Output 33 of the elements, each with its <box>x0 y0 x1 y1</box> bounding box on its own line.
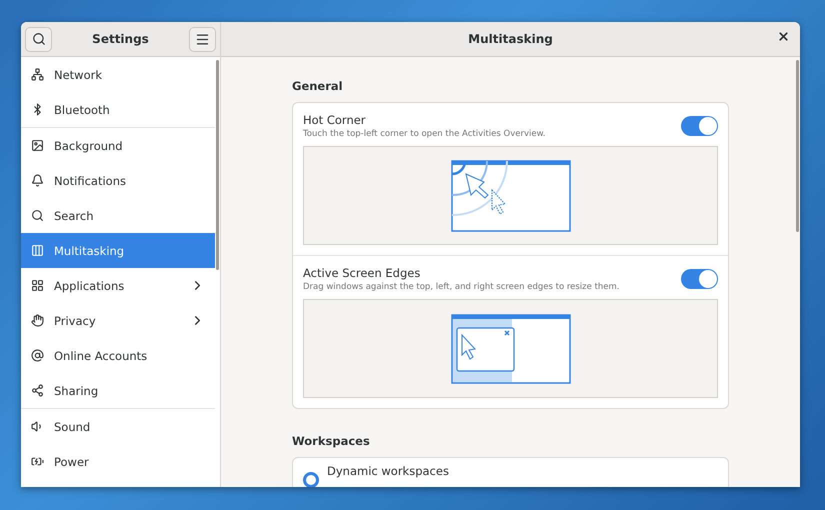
speaker-icon <box>31 420 44 433</box>
window-stack-icon <box>31 244 44 257</box>
search-button[interactable] <box>25 26 52 52</box>
toggle-switch[interactable] <box>681 116 718 136</box>
radio-button[interactable] <box>303 472 319 487</box>
bell-icon <box>31 174 44 187</box>
page-title: Multitasking <box>468 32 553 46</box>
option-label: Dynamic workspaces <box>327 464 449 478</box>
sidebar-title: Settings <box>92 32 149 46</box>
scrollbar[interactable] <box>796 60 799 232</box>
bluetooth-icon <box>31 103 44 116</box>
setting-description: Touch the top-left corner to open the Activities Overview. <box>303 129 546 139</box>
close-button[interactable] <box>777 30 790 43</box>
search-icon <box>32 32 46 46</box>
menu-icon <box>195 32 210 46</box>
power-plug-icon <box>31 455 44 468</box>
section-heading: Workspaces <box>292 434 371 448</box>
setting-title: Hot Corner <box>303 113 367 127</box>
scrollbar[interactable] <box>216 60 219 270</box>
network-icon <box>31 68 44 81</box>
menu-button[interactable] <box>189 26 216 52</box>
sidebar-item[interactable]: Multitasking <box>21 233 215 268</box>
setting-title: Active Screen Edges <box>303 266 422 280</box>
setting-description: Drag windows against the top, left, and right screen edges to resize them. <box>303 282 620 292</box>
close-icon <box>777 30 790 43</box>
search-icon <box>31 209 44 222</box>
hand-icon <box>31 314 44 327</box>
grid-icon <box>31 279 44 292</box>
toggle-switch[interactable] <box>681 269 718 289</box>
section-heading: General <box>292 79 344 93</box>
at-sign-icon <box>31 349 44 362</box>
share-icon <box>31 384 44 397</box>
picture-icon <box>31 139 44 152</box>
